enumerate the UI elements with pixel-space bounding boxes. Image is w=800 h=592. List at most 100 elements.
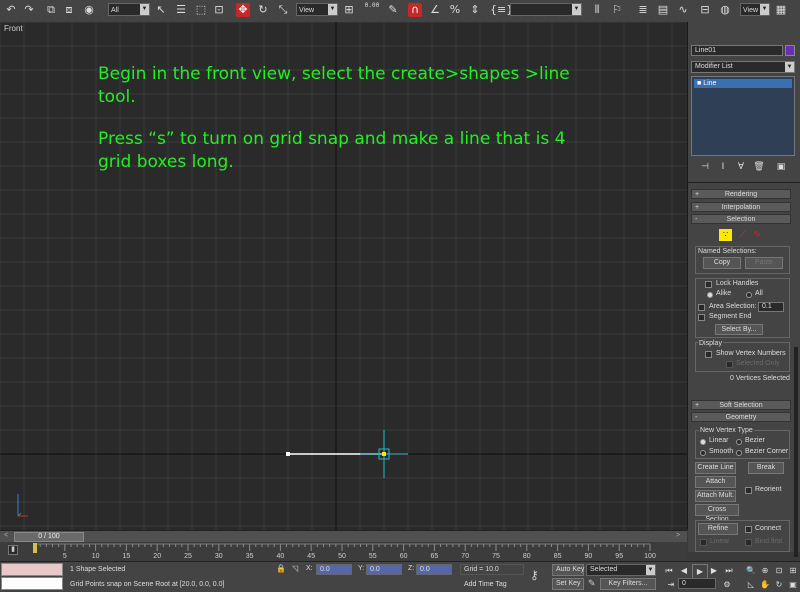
reference-coordinate-dropdown[interactable]: View ▼	[296, 3, 338, 16]
select-by-button[interactable]: Select By...	[715, 324, 763, 335]
select-and-move-icon[interactable]: ✥	[236, 3, 250, 17]
next-frame-icon[interactable]: ▶	[707, 564, 721, 578]
show-vertex-numbers-checkbox[interactable]	[705, 351, 712, 358]
absolute-mode-icon[interactable]: ◹	[292, 564, 298, 573]
stack-item-line[interactable]: ■ Line	[694, 79, 792, 88]
vertex-subobject-icon[interactable]: ∵	[719, 229, 732, 241]
selected-set-dropdown[interactable]: Selected ▼	[586, 564, 656, 576]
area-selection-checkbox[interactable]	[698, 304, 705, 311]
reorient-checkbox[interactable]	[745, 487, 752, 494]
go-to-start-icon[interactable]: ⏮	[662, 564, 676, 578]
edit-named-selection-icon[interactable]: ✎	[386, 3, 400, 17]
zoom-extents-icon[interactable]: ⊡	[772, 564, 786, 578]
segment-end-checkbox[interactable]	[698, 314, 705, 321]
pivot-center-icon[interactable]: ⊞	[342, 3, 356, 17]
linear-radio[interactable]	[700, 439, 706, 445]
zoom-icon[interactable]: 🔍	[744, 564, 758, 578]
selected-only-checkbox[interactable]	[726, 361, 733, 368]
object-color-swatch[interactable]	[785, 45, 795, 56]
bind-to-space-warp-icon[interactable]: ◉	[82, 3, 96, 17]
mirror-icon[interactable]: ⫴	[590, 3, 604, 17]
configure-sets-icon[interactable]: ▣	[774, 160, 788, 174]
layer-manager-icon[interactable]: ≣	[636, 3, 650, 17]
object-name-field[interactable]: Line01	[691, 45, 783, 56]
render-frame-icon[interactable]: ▦	[774, 3, 788, 17]
key-icon[interactable]: ⚷	[530, 568, 539, 582]
make-unique-icon[interactable]: ∀	[734, 160, 748, 174]
pan-view-icon[interactable]: ✋	[758, 578, 772, 592]
front-viewport[interactable]: Front Begin in the front view, select th…	[0, 22, 688, 530]
remove-modifier-icon[interactable]: 🗑	[752, 160, 766, 174]
rollout-rendering[interactable]: + Rendering	[691, 189, 791, 199]
linear-checkbox[interactable]	[700, 539, 707, 546]
copy-button[interactable]: Copy	[703, 257, 741, 269]
unlink-icon[interactable]: ⧈	[62, 3, 76, 17]
viewport-label[interactable]: Front	[4, 24, 23, 33]
percent-snap-icon[interactable]: %	[448, 3, 462, 17]
spinner-snap-icon[interactable]: ⇕	[468, 3, 482, 17]
create-line-button[interactable]: Create Line	[695, 462, 736, 474]
maximize-viewport-icon[interactable]: ▣	[786, 578, 800, 592]
selection-lock-icon[interactable]: 🔒	[276, 564, 286, 573]
maxscript-listener-pink[interactable]	[1, 563, 63, 576]
refine-button[interactable]: Refine	[698, 523, 738, 535]
snaps-toggle-icon[interactable]: ∩	[408, 3, 422, 17]
time-slider-thumb[interactable]: 0 / 100	[14, 532, 84, 542]
cross-section-button[interactable]: Cross Section	[695, 504, 739, 523]
window-crossing-icon[interactable]: ⊡	[212, 3, 226, 17]
command-panel-scrollbar[interactable]	[794, 347, 798, 557]
percent-snap-spinner[interactable]: 0.00	[364, 2, 379, 17]
all-radio[interactable]	[746, 292, 752, 298]
select-and-scale-icon[interactable]: ⤡	[276, 3, 290, 17]
rectangular-selection-icon[interactable]: ⬚	[194, 3, 208, 17]
selection-filter-dropdown[interactable]: All ▼	[108, 3, 150, 16]
pin-stack-icon[interactable]: ⊣	[698, 160, 712, 174]
curve-editor-icon[interactable]: ∿	[676, 3, 690, 17]
select-by-name-icon[interactable]: ☰	[174, 3, 188, 17]
current-frame-field[interactable]: 0	[678, 578, 716, 589]
show-end-result-icon[interactable]: Ⅰ	[716, 160, 730, 174]
auto-key-button[interactable]: Auto Key	[552, 564, 584, 576]
bind-first-checkbox[interactable]	[745, 539, 752, 546]
set-key-button[interactable]: Set Key	[552, 578, 584, 590]
modifier-list-dropdown[interactable]: Modifier List ▼	[691, 61, 795, 73]
alike-radio[interactable]	[707, 292, 713, 298]
rollout-soft-selection[interactable]: + Soft Selection	[691, 400, 791, 410]
rollout-selection[interactable]: - Selection	[691, 214, 791, 224]
connect-checkbox[interactable]	[745, 526, 752, 533]
add-time-tag-button[interactable]: Add Time Tag	[464, 581, 507, 588]
bezier-radio[interactable]	[736, 439, 742, 445]
set-key-pencil-icon[interactable]: ✎	[588, 578, 596, 589]
material-editor-icon[interactable]: ◍	[718, 3, 732, 17]
angle-snap-icon[interactable]: ∠	[428, 3, 442, 17]
track-bar[interactable]: ▮ 5 10 15 20 25 30 35 40 45 50 55 60 65 70 75 80 85 90 95 1…	[0, 542, 687, 561]
previous-frame-icon[interactable]: ◀	[677, 564, 691, 578]
rollout-geometry[interactable]: - Geometry	[691, 412, 791, 422]
area-selection-spinner[interactable]: 0.1	[758, 302, 784, 312]
orbit-icon[interactable]: ↻	[772, 578, 786, 592]
modifier-stack[interactable]: ■ Line	[691, 76, 795, 156]
zoom-extents-all-icon[interactable]: ⊞	[786, 564, 800, 578]
go-to-end-icon[interactable]: ⏭	[722, 564, 736, 578]
lock-handles-checkbox[interactable]	[705, 281, 712, 288]
named-selection-sets-dropdown[interactable]: ▼	[510, 3, 582, 16]
key-mode-icon[interactable]: ⇥	[664, 578, 678, 592]
attach-mult-button[interactable]: Attach Mult.	[695, 490, 736, 502]
z-coord-field[interactable]: 0.0	[416, 564, 452, 575]
segment-subobject-icon[interactable]: ⟋	[736, 229, 749, 241]
x-coord-field[interactable]: 0.0	[316, 564, 352, 575]
select-object-icon[interactable]: ↖	[154, 3, 168, 17]
redo-icon[interactable]: ↷	[22, 3, 36, 17]
graphite-ribbon-icon[interactable]: ▤	[656, 3, 670, 17]
break-button[interactable]: Break	[748, 462, 784, 474]
time-slider-next-icon[interactable]: >	[676, 532, 680, 539]
spline-subobject-icon[interactable]: ∿	[750, 229, 764, 241]
select-and-rotate-icon[interactable]: ↻	[256, 3, 270, 17]
time-configuration-icon[interactable]: ⚙	[720, 578, 734, 592]
key-filters-button[interactable]: Key Filters...	[600, 578, 656, 590]
maxscript-listener-white[interactable]	[1, 577, 63, 590]
rollout-interpolation[interactable]: + Interpolation	[691, 202, 791, 212]
smooth-radio[interactable]	[700, 450, 706, 456]
time-slider-prev-icon[interactable]: <	[4, 532, 8, 539]
select-and-link-icon[interactable]: ⧉	[44, 3, 58, 17]
